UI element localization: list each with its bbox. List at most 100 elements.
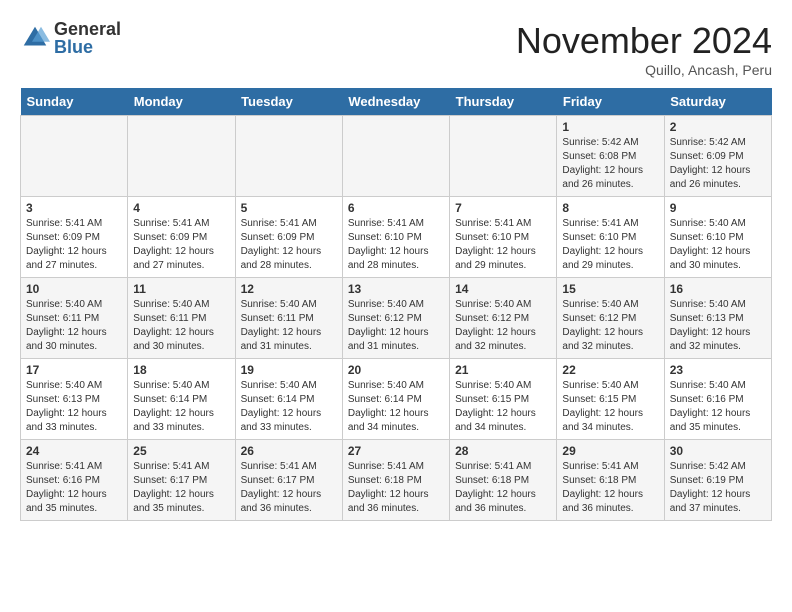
- page-header: General Blue November 2024 Quillo, Ancas…: [20, 20, 772, 78]
- day-number: 19: [241, 363, 337, 377]
- day-info: Sunrise: 5:40 AM Sunset: 6:14 PM Dayligh…: [241, 379, 337, 435]
- day-info: Sunrise: 5:40 AM Sunset: 6:14 PM Dayligh…: [348, 379, 444, 435]
- day-info: Sunrise: 5:40 AM Sunset: 6:16 PM Dayligh…: [670, 379, 766, 435]
- day-number: 3: [26, 201, 122, 215]
- day-number: 29: [562, 444, 658, 458]
- calendar-cell: 5 Sunrise: 5:41 AM Sunset: 6:09 PM Daylig…: [235, 197, 342, 278]
- calendar-cell: [128, 116, 235, 197]
- day-number: 7: [455, 201, 551, 215]
- header-monday: Monday: [128, 88, 235, 116]
- calendar-cell: 3 Sunrise: 5:41 AM Sunset: 6:09 PM Daylig…: [21, 197, 128, 278]
- calendar-cell: 7 Sunrise: 5:41 AM Sunset: 6:10 PM Daylig…: [450, 197, 557, 278]
- day-info: Sunrise: 5:40 AM Sunset: 6:13 PM Dayligh…: [670, 298, 766, 354]
- day-info: Sunrise: 5:41 AM Sunset: 6:17 PM Dayligh…: [241, 460, 337, 516]
- logo-text: General Blue: [54, 20, 121, 56]
- calendar-cell: 30 Sunrise: 5:42 AM Sunset: 6:19 PM Dayli…: [664, 440, 771, 521]
- day-number: 5: [241, 201, 337, 215]
- day-number: 12: [241, 282, 337, 296]
- day-info: Sunrise: 5:41 AM Sunset: 6:18 PM Dayligh…: [455, 460, 551, 516]
- day-info: Sunrise: 5:41 AM Sunset: 6:18 PM Dayligh…: [348, 460, 444, 516]
- day-info: Sunrise: 5:40 AM Sunset: 6:11 PM Dayligh…: [133, 298, 229, 354]
- day-number: 8: [562, 201, 658, 215]
- calendar-cell: 27 Sunrise: 5:41 AM Sunset: 6:18 PM Dayli…: [342, 440, 449, 521]
- day-number: 26: [241, 444, 337, 458]
- calendar-cell: 28 Sunrise: 5:41 AM Sunset: 6:18 PM Dayli…: [450, 440, 557, 521]
- day-info: Sunrise: 5:40 AM Sunset: 6:14 PM Dayligh…: [133, 379, 229, 435]
- logo-blue-text: Blue: [54, 38, 121, 56]
- calendar-cell: 14 Sunrise: 5:40 AM Sunset: 6:12 PM Dayli…: [450, 278, 557, 359]
- calendar-cell: 4Sunrise: 5:41 AM Sunset: 6:09 PM Daylig…: [128, 197, 235, 278]
- header-friday: Friday: [557, 88, 664, 116]
- day-info: Sunrise: 5:40 AM Sunset: 6:11 PM Dayligh…: [241, 298, 337, 354]
- day-info: Sunrise: 5:41 AM Sunset: 6:10 PM Dayligh…: [562, 217, 658, 273]
- day-number: 14: [455, 282, 551, 296]
- day-info: Sunrise: 5:41 AM Sunset: 6:09 PM Dayligh…: [241, 217, 337, 273]
- day-info: Sunrise: 5:41 AM Sunset: 6:10 PM Dayligh…: [455, 217, 551, 273]
- day-number: 21: [455, 363, 551, 377]
- day-info: Sunrise: 5:41 AM Sunset: 6:16 PM Dayligh…: [26, 460, 122, 516]
- logo: General Blue: [20, 20, 121, 56]
- day-number: 24: [26, 444, 122, 458]
- header-thursday: Thursday: [450, 88, 557, 116]
- week-row-3: 10 Sunrise: 5:40 AM Sunset: 6:11 PM Dayli…: [21, 278, 772, 359]
- week-row-4: 17Sunrise: 5:40 AM Sunset: 6:13 PM Dayli…: [21, 359, 772, 440]
- calendar-cell: 13Sunrise: 5:40 AM Sunset: 6:12 PM Dayli…: [342, 278, 449, 359]
- calendar-cell: 8 Sunrise: 5:41 AM Sunset: 6:10 PM Daylig…: [557, 197, 664, 278]
- day-number: 6: [348, 201, 444, 215]
- day-number: 10: [26, 282, 122, 296]
- day-number: 2: [670, 120, 766, 134]
- day-info: Sunrise: 5:41 AM Sunset: 6:18 PM Dayligh…: [562, 460, 658, 516]
- day-number: 15: [562, 282, 658, 296]
- calendar-cell: 25Sunrise: 5:41 AM Sunset: 6:17 PM Dayli…: [128, 440, 235, 521]
- day-number: 28: [455, 444, 551, 458]
- header-tuesday: Tuesday: [235, 88, 342, 116]
- day-info: Sunrise: 5:41 AM Sunset: 6:10 PM Dayligh…: [348, 217, 444, 273]
- week-row-1: 1Sunrise: 5:42 AM Sunset: 6:08 PM Daylig…: [21, 116, 772, 197]
- day-info: Sunrise: 5:40 AM Sunset: 6:15 PM Dayligh…: [562, 379, 658, 435]
- day-info: Sunrise: 5:40 AM Sunset: 6:15 PM Dayligh…: [455, 379, 551, 435]
- calendar-table: SundayMondayTuesdayWednesdayThursdayFrid…: [20, 88, 772, 521]
- calendar-cell: 6 Sunrise: 5:41 AM Sunset: 6:10 PM Daylig…: [342, 197, 449, 278]
- page-subtitle: Quillo, Ancash, Peru: [516, 62, 772, 78]
- day-number: 25: [133, 444, 229, 458]
- logo-general-text: General: [54, 20, 121, 38]
- calendar-body: 1Sunrise: 5:42 AM Sunset: 6:08 PM Daylig…: [21, 116, 772, 521]
- calendar-cell: 16 Sunrise: 5:40 AM Sunset: 6:13 PM Dayli…: [664, 278, 771, 359]
- calendar-cell: 24 Sunrise: 5:41 AM Sunset: 6:16 PM Dayli…: [21, 440, 128, 521]
- calendar-cell: [342, 116, 449, 197]
- calendar-cell: [235, 116, 342, 197]
- day-number: 22: [562, 363, 658, 377]
- calendar-cell: 2 Sunrise: 5:42 AM Sunset: 6:09 PM Daylig…: [664, 116, 771, 197]
- calendar-cell: 12 Sunrise: 5:40 AM Sunset: 6:11 PM Dayli…: [235, 278, 342, 359]
- header-sunday: Sunday: [21, 88, 128, 116]
- calendar-cell: 19 Sunrise: 5:40 AM Sunset: 6:14 PM Dayli…: [235, 359, 342, 440]
- day-info: Sunrise: 5:40 AM Sunset: 6:10 PM Dayligh…: [670, 217, 766, 273]
- day-info: Sunrise: 5:40 AM Sunset: 6:12 PM Dayligh…: [562, 298, 658, 354]
- calendar-cell: 11 Sunrise: 5:40 AM Sunset: 6:11 PM Dayli…: [128, 278, 235, 359]
- day-number: 27: [348, 444, 444, 458]
- week-row-2: 3 Sunrise: 5:41 AM Sunset: 6:09 PM Daylig…: [21, 197, 772, 278]
- page-title: November 2024: [516, 20, 772, 62]
- calendar-cell: 15 Sunrise: 5:40 AM Sunset: 6:12 PM Dayli…: [557, 278, 664, 359]
- day-number: 9: [670, 201, 766, 215]
- calendar-cell: 9 Sunrise: 5:40 AM Sunset: 6:10 PM Daylig…: [664, 197, 771, 278]
- calendar-cell: [450, 116, 557, 197]
- day-info: Sunrise: 5:42 AM Sunset: 6:19 PM Dayligh…: [670, 460, 766, 516]
- header-row: SundayMondayTuesdayWednesdayThursdayFrid…: [21, 88, 772, 116]
- day-number: 11: [133, 282, 229, 296]
- day-number: 16: [670, 282, 766, 296]
- day-number: 20: [348, 363, 444, 377]
- day-number: 18: [133, 363, 229, 377]
- day-info: Sunrise: 5:41 AM Sunset: 6:09 PM Dayligh…: [133, 217, 229, 273]
- calendar-cell: 17Sunrise: 5:40 AM Sunset: 6:13 PM Dayli…: [21, 359, 128, 440]
- day-info: Sunrise: 5:40 AM Sunset: 6:12 PM Dayligh…: [455, 298, 551, 354]
- day-info: Sunrise: 5:42 AM Sunset: 6:09 PM Dayligh…: [670, 136, 766, 192]
- calendar-cell: 1Sunrise: 5:42 AM Sunset: 6:08 PM Daylig…: [557, 116, 664, 197]
- calendar-cell: [21, 116, 128, 197]
- calendar-header: SundayMondayTuesdayWednesdayThursdayFrid…: [21, 88, 772, 116]
- day-info: Sunrise: 5:41 AM Sunset: 6:09 PM Dayligh…: [26, 217, 122, 273]
- calendar-cell: 18 Sunrise: 5:40 AM Sunset: 6:14 PM Dayli…: [128, 359, 235, 440]
- day-number: 30: [670, 444, 766, 458]
- calendar-cell: 20 Sunrise: 5:40 AM Sunset: 6:14 PM Dayli…: [342, 359, 449, 440]
- calendar-cell: 21 Sunrise: 5:40 AM Sunset: 6:15 PM Dayli…: [450, 359, 557, 440]
